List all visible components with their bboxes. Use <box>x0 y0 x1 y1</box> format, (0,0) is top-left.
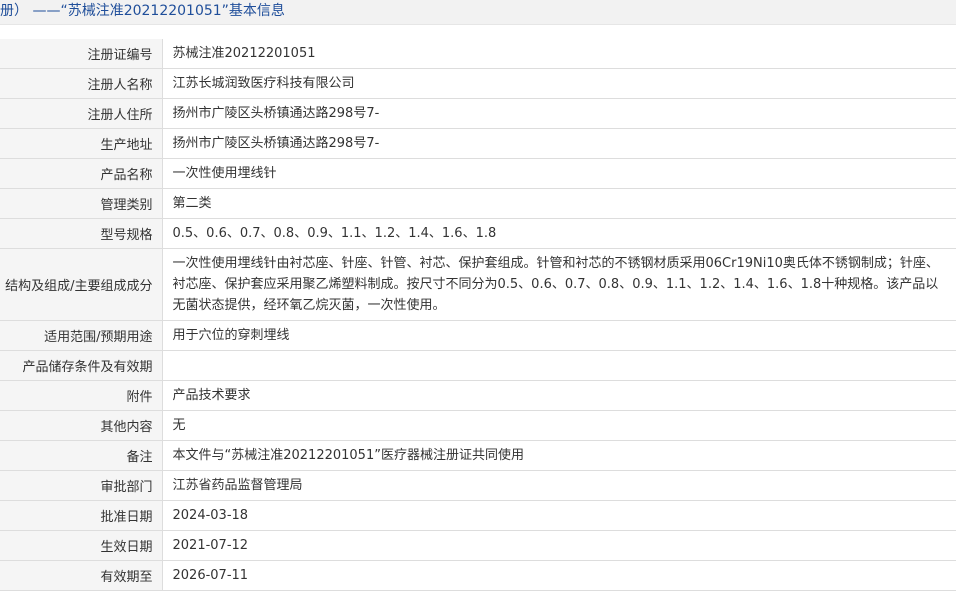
remarks-label: 备注 <box>0 440 163 471</box>
model-spec-value: 0.5、0.6、0.7、0.8、0.9、1.1、1.2、1.4、1.6、1.8 <box>162 218 956 249</box>
approval-date-label: 批准日期 <box>0 500 163 531</box>
page-title: 册） ——“苏械注准20212201051”基本信息 <box>0 3 285 19</box>
page-header: 册） ——“苏械注准20212201051”基本信息 <box>0 0 956 25</box>
table-row: 其他内容 无 <box>0 410 956 441</box>
structure-composition-value: 一次性使用埋线针由衬芯座、针座、针管、衬芯、保护套组成。针管和衬芯的不锈钢材质采… <box>162 248 956 321</box>
table-row: 型号规格 0.5、0.6、0.7、0.8、0.9、1.1、1.2、1.4、1.6… <box>0 218 956 249</box>
attachment-value: 产品技术要求 <box>162 380 956 411</box>
table-row: 有效期至 2026-07-11 <box>0 560 956 591</box>
production-address-label: 生产地址 <box>0 128 163 159</box>
intended-use-label: 适用范围/预期用途 <box>0 320 163 351</box>
other-content-value: 无 <box>162 410 956 441</box>
effective-date-value: 2021-07-12 <box>162 530 956 561</box>
registrant-name-label: 注册人名称 <box>0 68 163 99</box>
table-row: 注册人住所 扬州市广陵区头桥镇通达路298号7- <box>0 98 956 129</box>
intended-use-value: 用于穴位的穿刺埋线 <box>162 320 956 351</box>
table-row: 结构及组成/主要组成成分 一次性使用埋线针由衬芯座、针座、针管、衬芯、保护套组成… <box>0 248 956 321</box>
expiry-date-value: 2026-07-11 <box>162 560 956 591</box>
expiry-date-label: 有效期至 <box>0 560 163 591</box>
product-name-label: 产品名称 <box>0 158 163 189</box>
storage-conditions-value <box>162 350 956 381</box>
production-address-value: 扬州市广陵区头桥镇通达路298号7- <box>162 128 956 159</box>
structure-composition-label-text: 结构及组成/主要组成成分 <box>5 279 153 294</box>
table-row: 管理类别 第二类 <box>0 188 956 219</box>
management-category-label: 管理类别 <box>0 188 163 219</box>
table-row: 生产地址 扬州市广陵区头桥镇通达路298号7- <box>0 128 956 159</box>
approval-department-label: 审批部门 <box>0 470 163 501</box>
model-spec-label: 型号规格 <box>0 218 163 249</box>
other-content-label: 其他内容 <box>0 410 163 441</box>
table-row: 适用范围/预期用途 用于穴位的穿刺埋线 <box>0 320 956 351</box>
info-table: 注册证编号 苏械注准20212201051 注册人名称 江苏长城润致医疗科技有限… <box>0 39 956 591</box>
table-row: 备注 本文件与“苏械注准20212201051”医疗器械注册证共同使用 <box>0 440 956 471</box>
table-row: 注册证编号 苏械注准20212201051 <box>0 39 956 69</box>
storage-conditions-label: 产品储存条件及有效期 <box>0 350 163 381</box>
info-table-container: 注册证编号 苏械注准20212201051 注册人名称 江苏长城润致医疗科技有限… <box>0 39 956 591</box>
structure-composition-label: 结构及组成/主要组成成分 <box>0 248 163 321</box>
registrant-address-label: 注册人住所 <box>0 98 163 129</box>
registration-number-label: 注册证编号 <box>0 39 163 69</box>
table-row: 审批部门 江苏省药品监督管理局 <box>0 470 956 501</box>
table-row: 批准日期 2024-03-18 <box>0 500 956 531</box>
table-row: 产品储存条件及有效期 <box>0 350 956 381</box>
table-row: 注册人名称 江苏长城润致医疗科技有限公司 <box>0 68 956 99</box>
effective-date-label: 生效日期 <box>0 530 163 561</box>
product-name-value: 一次性使用埋线针 <box>162 158 956 189</box>
table-row: 生效日期 2021-07-12 <box>0 530 956 561</box>
attachment-label: 附件 <box>0 380 163 411</box>
management-category-value: 第二类 <box>162 188 956 219</box>
approval-department-value: 江苏省药品监督管理局 <box>162 470 956 501</box>
remarks-value: 本文件与“苏械注准20212201051”医疗器械注册证共同使用 <box>162 440 956 471</box>
table-row: 附件 产品技术要求 <box>0 380 956 411</box>
registrant-address-value: 扬州市广陵区头桥镇通达路298号7- <box>162 98 956 129</box>
table-row: 产品名称 一次性使用埋线针 <box>0 158 956 189</box>
approval-date-value: 2024-03-18 <box>162 500 956 531</box>
registration-number-value: 苏械注准20212201051 <box>162 39 956 69</box>
registrant-name-value: 江苏长城润致医疗科技有限公司 <box>162 68 956 99</box>
